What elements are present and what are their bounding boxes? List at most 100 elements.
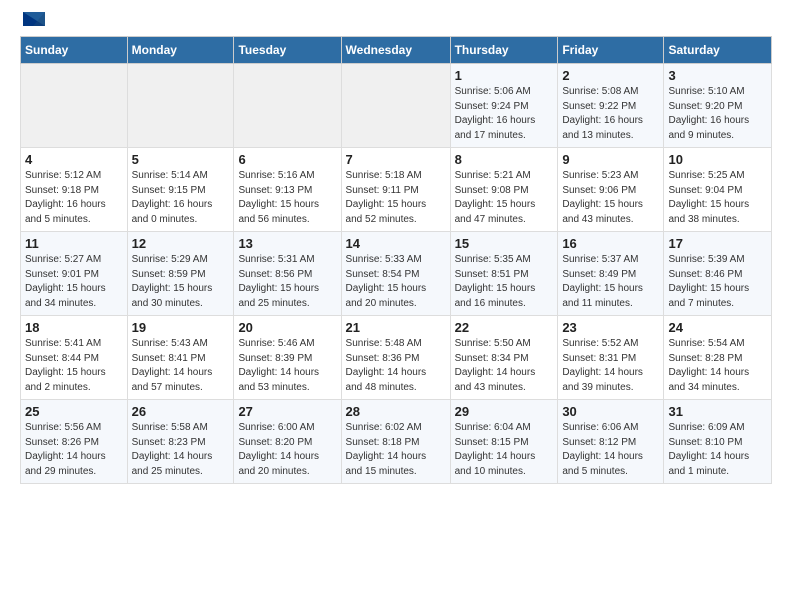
day-info: Sunrise: 5:39 AM Sunset: 8:46 PM Dayligh… bbox=[668, 253, 767, 311]
calendar-cell: 17 Sunrise: 5:39 AM Sunset: 8:46 PM Dayli… bbox=[664, 232, 772, 316]
day-number: 27 bbox=[238, 404, 336, 419]
calendar-week-row: 4 Sunrise: 5:12 AM Sunset: 9:18 PM Daylig… bbox=[21, 148, 772, 232]
day-info: Sunrise: 5:06 AM Sunset: 9:24 PM Dayligh… bbox=[455, 85, 554, 143]
calendar-week-row: 11 Sunrise: 5:27 AM Sunset: 9:01 PM Dayli… bbox=[21, 232, 772, 316]
calendar-cell: 19 Sunrise: 5:43 AM Sunset: 8:41 PM Dayli… bbox=[127, 316, 234, 400]
calendar-cell: 20 Sunrise: 5:46 AM Sunset: 8:39 PM Dayli… bbox=[234, 316, 341, 400]
calendar-header-sunday: Sunday bbox=[21, 37, 128, 64]
day-number: 11 bbox=[25, 236, 123, 251]
day-number: 8 bbox=[455, 152, 554, 167]
day-info: Sunrise: 5:29 AM Sunset: 8:59 PM Dayligh… bbox=[132, 253, 230, 311]
day-info: Sunrise: 5:10 AM Sunset: 9:20 PM Dayligh… bbox=[668, 85, 767, 143]
day-info: Sunrise: 5:14 AM Sunset: 9:15 PM Dayligh… bbox=[132, 169, 230, 227]
calendar-cell: 2Sunrise: 5:08 AM Sunset: 9:22 PM Daylig… bbox=[558, 64, 664, 148]
day-number: 4 bbox=[25, 152, 123, 167]
day-info: Sunrise: 5:33 AM Sunset: 8:54 PM Dayligh… bbox=[346, 253, 446, 311]
calendar-cell: 11 Sunrise: 5:27 AM Sunset: 9:01 PM Dayli… bbox=[21, 232, 128, 316]
day-number: 17 bbox=[668, 236, 767, 251]
day-info: Sunrise: 5:21 AM Sunset: 9:08 PM Dayligh… bbox=[455, 169, 554, 227]
calendar-cell bbox=[127, 64, 234, 148]
day-number: 9 bbox=[562, 152, 659, 167]
day-number: 6 bbox=[238, 152, 336, 167]
calendar-cell: 4 Sunrise: 5:12 AM Sunset: 9:18 PM Daylig… bbox=[21, 148, 128, 232]
calendar-cell: 22Sunrise: 5:50 AM Sunset: 8:34 PM Dayli… bbox=[450, 316, 558, 400]
calendar-cell: 3 Sunrise: 5:10 AM Sunset: 9:20 PM Daylig… bbox=[664, 64, 772, 148]
calendar-cell: 29Sunrise: 6:04 AM Sunset: 8:15 PM Dayli… bbox=[450, 400, 558, 484]
day-number: 24 bbox=[668, 320, 767, 335]
calendar-cell: 12 Sunrise: 5:29 AM Sunset: 8:59 PM Dayli… bbox=[127, 232, 234, 316]
calendar-header-wednesday: Wednesday bbox=[341, 37, 450, 64]
calendar-cell: 13 Sunrise: 5:31 AM Sunset: 8:56 PM Dayli… bbox=[234, 232, 341, 316]
day-number: 22 bbox=[455, 320, 554, 335]
day-info: Sunrise: 6:04 AM Sunset: 8:15 PM Dayligh… bbox=[455, 421, 554, 479]
calendar-cell: 26 Sunrise: 5:58 AM Sunset: 8:23 PM Dayli… bbox=[127, 400, 234, 484]
calendar-header-saturday: Saturday bbox=[664, 37, 772, 64]
day-number: 21 bbox=[346, 320, 446, 335]
calendar-week-row: 18 Sunrise: 5:41 AM Sunset: 8:44 PM Dayli… bbox=[21, 316, 772, 400]
day-info: Sunrise: 5:43 AM Sunset: 8:41 PM Dayligh… bbox=[132, 337, 230, 395]
day-number: 26 bbox=[132, 404, 230, 419]
day-number: 31 bbox=[668, 404, 767, 419]
day-number: 14 bbox=[346, 236, 446, 251]
day-info: Sunrise: 5:46 AM Sunset: 8:39 PM Dayligh… bbox=[238, 337, 336, 395]
calendar-cell: 15 Sunrise: 5:35 AM Sunset: 8:51 PM Dayli… bbox=[450, 232, 558, 316]
calendar-cell: 25 Sunrise: 5:56 AM Sunset: 8:26 PM Dayli… bbox=[21, 400, 128, 484]
day-number: 20 bbox=[238, 320, 336, 335]
day-info: Sunrise: 5:54 AM Sunset: 8:28 PM Dayligh… bbox=[668, 337, 767, 395]
calendar-cell: 24 Sunrise: 5:54 AM Sunset: 8:28 PM Dayli… bbox=[664, 316, 772, 400]
calendar-week-row: 25 Sunrise: 5:56 AM Sunset: 8:26 PM Dayli… bbox=[21, 400, 772, 484]
calendar-cell: 7Sunrise: 5:18 AM Sunset: 9:11 PM Daylig… bbox=[341, 148, 450, 232]
day-number: 18 bbox=[25, 320, 123, 335]
calendar-cell: 9 Sunrise: 5:23 AM Sunset: 9:06 PM Daylig… bbox=[558, 148, 664, 232]
calendar-cell: 28Sunrise: 6:02 AM Sunset: 8:18 PM Dayli… bbox=[341, 400, 450, 484]
day-number: 19 bbox=[132, 320, 230, 335]
calendar-cell: 14 Sunrise: 5:33 AM Sunset: 8:54 PM Dayli… bbox=[341, 232, 450, 316]
day-number: 23 bbox=[562, 320, 659, 335]
calendar-cell: 18 Sunrise: 5:41 AM Sunset: 8:44 PM Dayli… bbox=[21, 316, 128, 400]
day-number: 3 bbox=[668, 68, 767, 83]
day-number: 1 bbox=[455, 68, 554, 83]
calendar-cell: 23Sunrise: 5:52 AM Sunset: 8:31 PM Dayli… bbox=[558, 316, 664, 400]
day-info: Sunrise: 5:23 AM Sunset: 9:06 PM Dayligh… bbox=[562, 169, 659, 227]
calendar-cell bbox=[341, 64, 450, 148]
day-info: Sunrise: 6:06 AM Sunset: 8:12 PM Dayligh… bbox=[562, 421, 659, 479]
day-info: Sunrise: 5:35 AM Sunset: 8:51 PM Dayligh… bbox=[455, 253, 554, 311]
day-number: 28 bbox=[346, 404, 446, 419]
calendar-cell: 1 Sunrise: 5:06 AM Sunset: 9:24 PM Daylig… bbox=[450, 64, 558, 148]
calendar-week-row: 1 Sunrise: 5:06 AM Sunset: 9:24 PM Daylig… bbox=[21, 64, 772, 148]
day-number: 15 bbox=[455, 236, 554, 251]
day-info: Sunrise: 5:25 AM Sunset: 9:04 PM Dayligh… bbox=[668, 169, 767, 227]
day-info: Sunrise: 5:08 AM Sunset: 9:22 PM Dayligh… bbox=[562, 85, 659, 143]
calendar-header-tuesday: Tuesday bbox=[234, 37, 341, 64]
day-info: Sunrise: 5:37 AM Sunset: 8:49 PM Dayligh… bbox=[562, 253, 659, 311]
calendar-cell: 5 Sunrise: 5:14 AM Sunset: 9:15 PM Daylig… bbox=[127, 148, 234, 232]
calendar-cell: 27Sunrise: 6:00 AM Sunset: 8:20 PM Dayli… bbox=[234, 400, 341, 484]
calendar-cell bbox=[21, 64, 128, 148]
calendar-header-monday: Monday bbox=[127, 37, 234, 64]
day-number: 5 bbox=[132, 152, 230, 167]
calendar-header-friday: Friday bbox=[558, 37, 664, 64]
day-info: Sunrise: 5:12 AM Sunset: 9:18 PM Dayligh… bbox=[25, 169, 123, 227]
day-info: Sunrise: 5:58 AM Sunset: 8:23 PM Dayligh… bbox=[132, 421, 230, 479]
day-number: 10 bbox=[668, 152, 767, 167]
day-number: 12 bbox=[132, 236, 230, 251]
day-info: Sunrise: 5:27 AM Sunset: 9:01 PM Dayligh… bbox=[25, 253, 123, 311]
day-number: 13 bbox=[238, 236, 336, 251]
calendar-cell: 31 Sunrise: 6:09 AM Sunset: 8:10 PM Dayli… bbox=[664, 400, 772, 484]
calendar-table: SundayMondayTuesdayWednesdayThursdayFrid… bbox=[20, 36, 772, 484]
day-info: Sunrise: 5:56 AM Sunset: 8:26 PM Dayligh… bbox=[25, 421, 123, 479]
calendar-cell: 30 Sunrise: 6:06 AM Sunset: 8:12 PM Dayli… bbox=[558, 400, 664, 484]
day-info: Sunrise: 5:16 AM Sunset: 9:13 PM Dayligh… bbox=[238, 169, 336, 227]
day-number: 30 bbox=[562, 404, 659, 419]
day-info: Sunrise: 5:31 AM Sunset: 8:56 PM Dayligh… bbox=[238, 253, 336, 311]
day-info: Sunrise: 5:41 AM Sunset: 8:44 PM Dayligh… bbox=[25, 337, 123, 395]
day-number: 25 bbox=[25, 404, 123, 419]
calendar-cell: 8 Sunrise: 5:21 AM Sunset: 9:08 PM Daylig… bbox=[450, 148, 558, 232]
calendar-cell: 10 Sunrise: 5:25 AM Sunset: 9:04 PM Dayli… bbox=[664, 148, 772, 232]
day-number: 16 bbox=[562, 236, 659, 251]
day-info: Sunrise: 6:09 AM Sunset: 8:10 PM Dayligh… bbox=[668, 421, 767, 479]
calendar-cell: 21Sunrise: 5:48 AM Sunset: 8:36 PM Dayli… bbox=[341, 316, 450, 400]
calendar-cell: 6 Sunrise: 5:16 AM Sunset: 9:13 PM Daylig… bbox=[234, 148, 341, 232]
page-header bbox=[20, 20, 772, 26]
day-info: Sunrise: 5:18 AM Sunset: 9:11 PM Dayligh… bbox=[346, 169, 446, 227]
